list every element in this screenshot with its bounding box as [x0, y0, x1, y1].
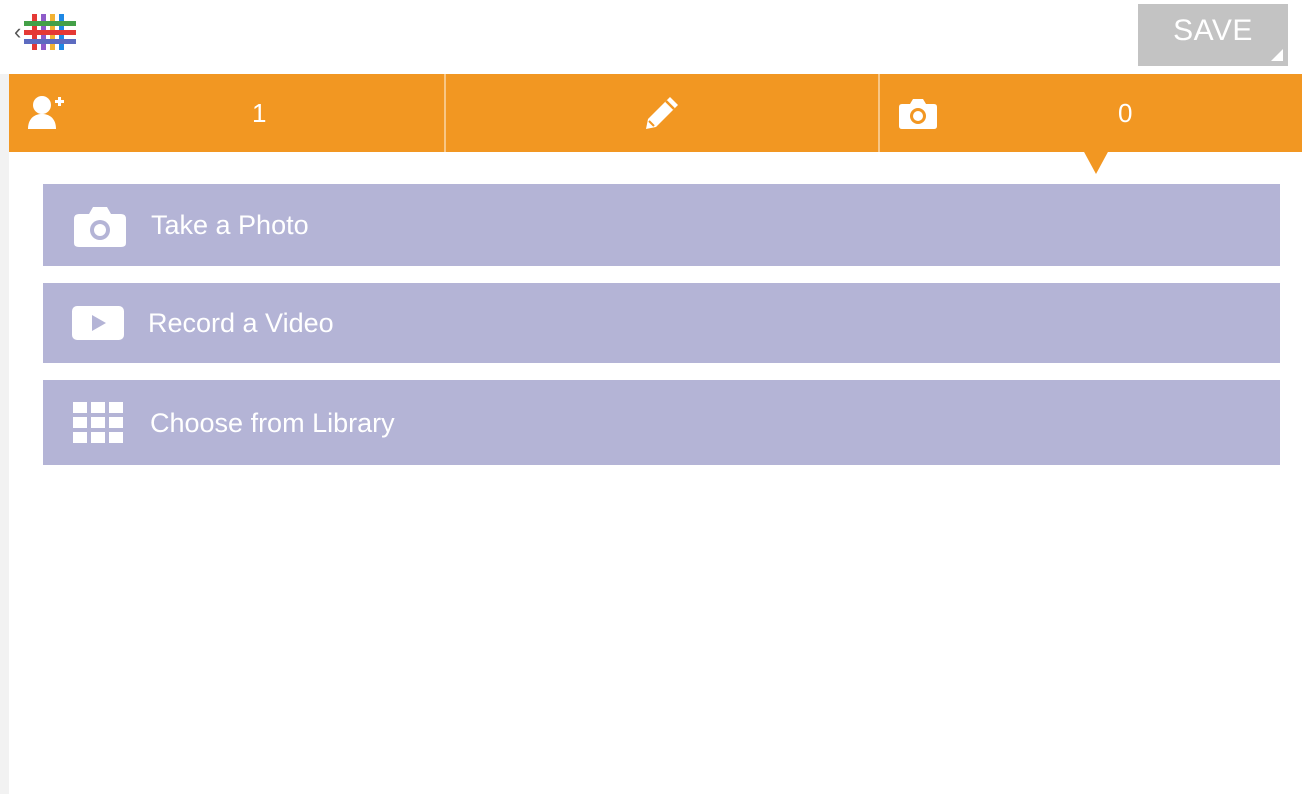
- camera-icon: [898, 96, 938, 130]
- left-edge-strip: [0, 74, 9, 794]
- option-take-photo[interactable]: Take a Photo: [43, 184, 1280, 266]
- tab-media[interactable]: 0: [878, 74, 1302, 152]
- option-choose-library[interactable]: Choose from Library: [43, 380, 1280, 465]
- add-person-icon: [27, 94, 65, 130]
- back-button[interactable]: ‹: [14, 12, 78, 52]
- option-label: Record a Video: [148, 308, 334, 338]
- top-header: ‹ SAVE: [0, 0, 1302, 74]
- chevron-left-icon: ‹: [14, 19, 22, 44]
- save-button-label: SAVE: [1173, 14, 1253, 47]
- option-label: Choose from Library: [150, 408, 395, 438]
- tab-count-people: 1: [252, 98, 267, 128]
- pencil-icon: [642, 93, 682, 133]
- resize-corner-icon: [1271, 49, 1283, 61]
- tab-add-person[interactable]: 1: [9, 74, 444, 152]
- active-tab-pointer: [1083, 150, 1109, 174]
- tab-edit[interactable]: [444, 74, 878, 152]
- save-button[interactable]: SAVE: [1138, 4, 1288, 66]
- option-record-video[interactable]: Record a Video: [43, 283, 1280, 363]
- grid-library-icon: [73, 402, 125, 444]
- app-logo: [24, 14, 77, 50]
- video-play-icon: [71, 305, 125, 341]
- tab-count-media: 0: [1118, 98, 1133, 128]
- camera-icon: [73, 204, 127, 248]
- tab-bar: 1 0: [9, 74, 1302, 152]
- option-label: Take a Photo: [151, 210, 309, 240]
